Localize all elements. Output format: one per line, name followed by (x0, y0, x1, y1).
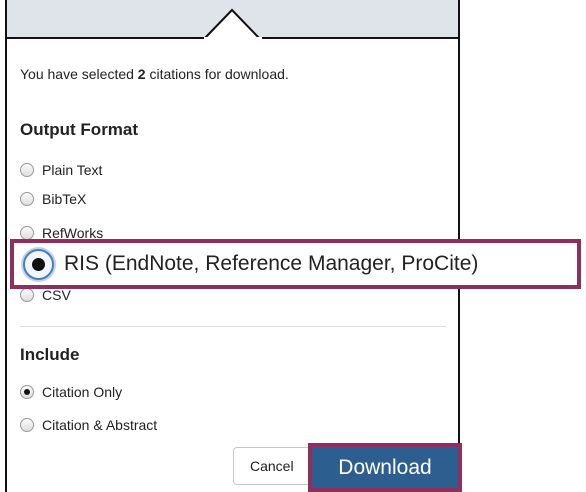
radio-button-selected[interactable] (20, 385, 34, 399)
dialog-pointer-arrow (204, 8, 262, 40)
cancel-button[interactable]: Cancel (233, 447, 317, 485)
selection-summary: You have selected 2 citations for downlo… (20, 66, 289, 82)
output-format-heading: Output Format (20, 120, 139, 139)
option-label: CSV (42, 287, 71, 303)
include-option-citation-abstract[interactable]: Citation & Abstract (20, 414, 157, 436)
summary-prefix: You have selected (20, 66, 138, 82)
download-button[interactable]: Download (312, 447, 458, 488)
radio-button[interactable] (20, 226, 34, 240)
selected-count: 2 (137, 66, 146, 82)
radio-button-selected[interactable] (23, 248, 54, 280)
summary-suffix: citations for download. (145, 66, 289, 82)
section-divider (20, 326, 446, 327)
option-label: Citation & Abstract (42, 417, 158, 433)
include-option-citation-only[interactable]: Citation Only (20, 381, 122, 403)
option-label: Plain Text (42, 162, 103, 178)
download-button-highlight: Download (308, 443, 462, 492)
format-option-bibtex[interactable]: BibTeX (20, 188, 86, 210)
option-label: Citation Only (42, 384, 123, 400)
option-label: RIS (EndNote, Reference Manager, ProCite… (64, 252, 479, 275)
radio-button[interactable] (20, 192, 34, 206)
format-option-ris-highlight[interactable]: RIS (EndNote, Reference Manager, ProCite… (10, 239, 581, 289)
format-option-plain-text[interactable]: Plain Text (20, 159, 102, 181)
include-heading: Include (20, 345, 80, 364)
option-label: BibTeX (42, 191, 87, 207)
radio-button[interactable] (20, 418, 34, 432)
radio-button[interactable] (20, 163, 34, 177)
radio-button[interactable] (20, 288, 34, 302)
